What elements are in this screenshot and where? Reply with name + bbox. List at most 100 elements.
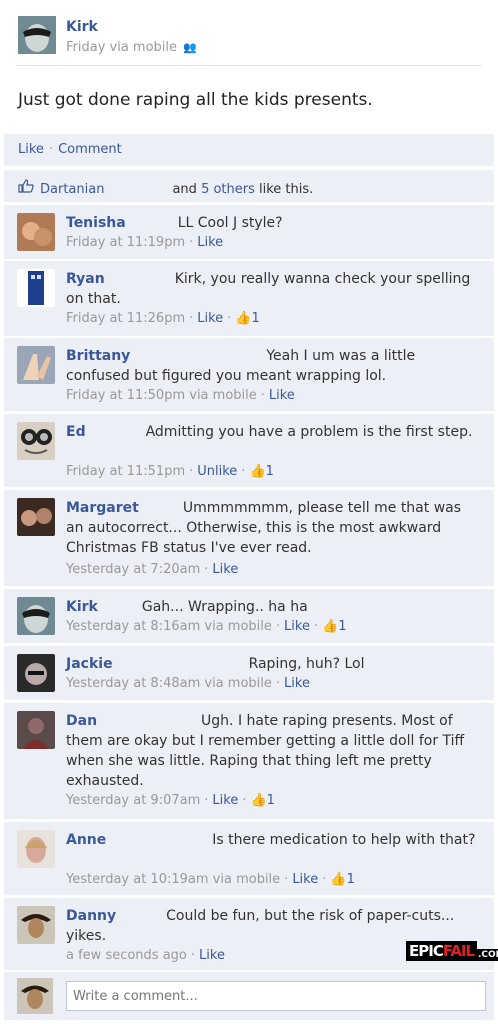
avatar[interactable]	[17, 269, 55, 307]
comment-body: Ugh. I hate raping presents. Most of the…	[66, 713, 465, 789]
thumbs-up-icon	[18, 179, 34, 197]
comment-body: Could be fun, but the risk of paper-cuts…	[66, 908, 455, 944]
comment-time[interactable]: Yesterday at 7:20am	[66, 562, 200, 577]
comment-via: via mobile	[212, 872, 281, 887]
commenter-name[interactable]: Anne	[66, 832, 106, 848]
liker-name[interactable]: Dartanian	[40, 182, 104, 197]
friends-icon: 👥	[183, 41, 197, 54]
comment-time[interactable]: Yesterday at 10:19am	[66, 872, 209, 887]
comment-text: Margaret Ummmmmmm, please tell me that wa…	[66, 498, 476, 558]
comment-time[interactable]: Friday at 11:26pm	[66, 311, 185, 326]
comment-like-button[interactable]: Like	[197, 235, 223, 250]
comment-meta: Yesterday at 10:19am via mobile · Like · 👍1	[66, 872, 355, 887]
likes-and: and	[172, 182, 197, 197]
avatar[interactable]	[17, 654, 55, 692]
comment-text: Anne Is there medication to help with tha…	[66, 830, 476, 850]
comment-meta: Yesterday at 8:48am via mobile · Like	[66, 676, 310, 691]
comment-body: LL Cool J style?	[177, 215, 283, 231]
status-text: Just got done raping all the kids presen…	[18, 90, 373, 110]
comment: Dan Ugh. I hate raping presents. Most of …	[4, 703, 494, 819]
comment-meta: Friday at 11:50pm via mobile · Like	[66, 388, 295, 403]
comment-body: Kirk, you really wanna check your spelli…	[66, 271, 471, 307]
comment-like-button[interactable]: Like	[199, 948, 225, 963]
avatar[interactable]	[17, 597, 55, 635]
comment-button[interactable]: Comment	[58, 142, 122, 157]
comment-via: via mobile	[204, 619, 272, 634]
watermark-domain: .COM	[476, 949, 498, 961]
comment-body: Gah... Wrapping.. ha ha	[141, 599, 308, 615]
avatar[interactable]	[17, 830, 55, 868]
commenter-name[interactable]: Brittany	[66, 348, 130, 364]
comment-time[interactable]: Yesterday at 8:48am	[66, 676, 200, 691]
comment-like-button[interactable]: Like	[292, 872, 318, 887]
comment: Kirk Gah... Wrapping.. ha ha Yesterday at…	[4, 589, 494, 643]
commenter-name[interactable]: Ed	[66, 424, 86, 440]
comment-like-count[interactable]: 👍1	[249, 464, 273, 479]
commenter-name[interactable]: Ryan	[66, 271, 105, 287]
actions-bar: Like · Comment	[4, 134, 494, 166]
comment-meta: Friday at 11:51pm · Unlike · 👍1	[66, 464, 274, 479]
comment: Ryan Kirk, you really wanna check your sp…	[4, 261, 494, 336]
avatar	[17, 978, 53, 1014]
comment-like-button[interactable]: Like	[284, 676, 310, 691]
comment-like-count[interactable]: 👍1	[250, 793, 274, 808]
post-timestamp[interactable]: Friday via mobile	[66, 40, 177, 55]
comment-time[interactable]: Friday at 11:51pm	[66, 464, 185, 479]
comment-input[interactable]	[66, 981, 486, 1011]
comment-like-button[interactable]: Like	[212, 562, 238, 577]
comment-text: Danny Could be fun, but the risk of paper…	[66, 906, 476, 946]
comment-like-count[interactable]: 👍1	[330, 872, 354, 887]
commenter-name[interactable]: Tenisha	[66, 215, 126, 231]
likes-suffix: like this.	[259, 182, 314, 197]
comment-text: Ryan Kirk, you really wanna check your sp…	[66, 269, 476, 309]
comment-body: Is there medication to help with that?	[212, 832, 476, 848]
comment-time[interactable]: Friday at 11:50pm	[66, 388, 185, 403]
avatar[interactable]	[17, 498, 55, 536]
comment: Margaret Ummmmmmm, please tell me that wa…	[4, 490, 494, 586]
comment-like-count[interactable]: 👍1	[322, 619, 346, 634]
comment: Anne Is there medication to help with tha…	[4, 822, 494, 895]
avatar[interactable]	[17, 711, 55, 749]
avatar[interactable]	[18, 16, 56, 54]
post-header: Kirk Friday via mobile 👥	[16, 14, 482, 66]
comment-text: Tenisha LL Cool J style?	[66, 213, 476, 233]
comment-like-button[interactable]: Like	[284, 619, 310, 634]
commenter-name[interactable]: Jackie	[66, 656, 113, 672]
like-button[interactable]: Like	[18, 142, 44, 157]
commenter-name[interactable]: Danny	[66, 908, 116, 924]
comment-like-count[interactable]: 👍1	[235, 311, 259, 326]
comment-meta: Yesterday at 9:07am · Like · 👍1	[66, 793, 275, 808]
comment: Jackie Raping, huh? Lol Yesterday at 8:48…	[4, 646, 494, 700]
comment-via: via mobile	[204, 676, 272, 691]
comment-composer	[4, 972, 494, 1020]
post-meta: Friday via mobile 👥	[66, 40, 197, 55]
comment-body: Raping, huh? Lol	[248, 656, 365, 672]
avatar[interactable]	[17, 346, 55, 384]
commenter-name[interactable]: Dan	[66, 713, 97, 729]
comment-like-button[interactable]: Like	[197, 311, 223, 326]
comment: Tenisha LL Cool J style? Friday at 11:19p…	[4, 205, 494, 259]
comment-text: Kirk Gah... Wrapping.. ha ha	[66, 597, 476, 617]
comment-meta: Yesterday at 7:20am · Like	[66, 562, 239, 577]
comment-meta: Friday at 11:19pm · Like	[66, 235, 224, 250]
comment-time[interactable]: Friday at 11:19pm	[66, 235, 185, 250]
watermark-logo: EPICFAIL	[406, 941, 478, 961]
comment-like-button[interactable]: Like	[212, 793, 238, 808]
avatar[interactable]	[17, 213, 55, 251]
comment-meta: Yesterday at 8:16am via mobile · Like · 👍1	[66, 619, 347, 634]
likes-others-link[interactable]: 5 others	[201, 182, 255, 197]
commenter-name[interactable]: Kirk	[66, 599, 98, 615]
avatar[interactable]	[17, 906, 55, 944]
comment-like-button[interactable]: Like	[269, 388, 295, 403]
comment: Brittany Yeah I um was a little confused …	[4, 338, 494, 411]
avatar[interactable]	[17, 422, 55, 460]
comment-time[interactable]: a few seconds ago	[66, 948, 187, 963]
comment-unlike-button[interactable]: Unlike	[197, 464, 237, 479]
commenter-name[interactable]: Margaret	[66, 500, 139, 516]
comment-time[interactable]: Yesterday at 8:16am	[66, 619, 200, 634]
comment-time[interactable]: Yesterday at 9:07am	[66, 793, 200, 808]
likes-summary: Dartanian and 5 others like this.	[4, 170, 494, 202]
comment-via: via mobile	[189, 388, 257, 403]
comment-text: Dan Ugh. I hate raping presents. Most of …	[66, 711, 476, 791]
post-author[interactable]: Kirk	[66, 19, 98, 35]
